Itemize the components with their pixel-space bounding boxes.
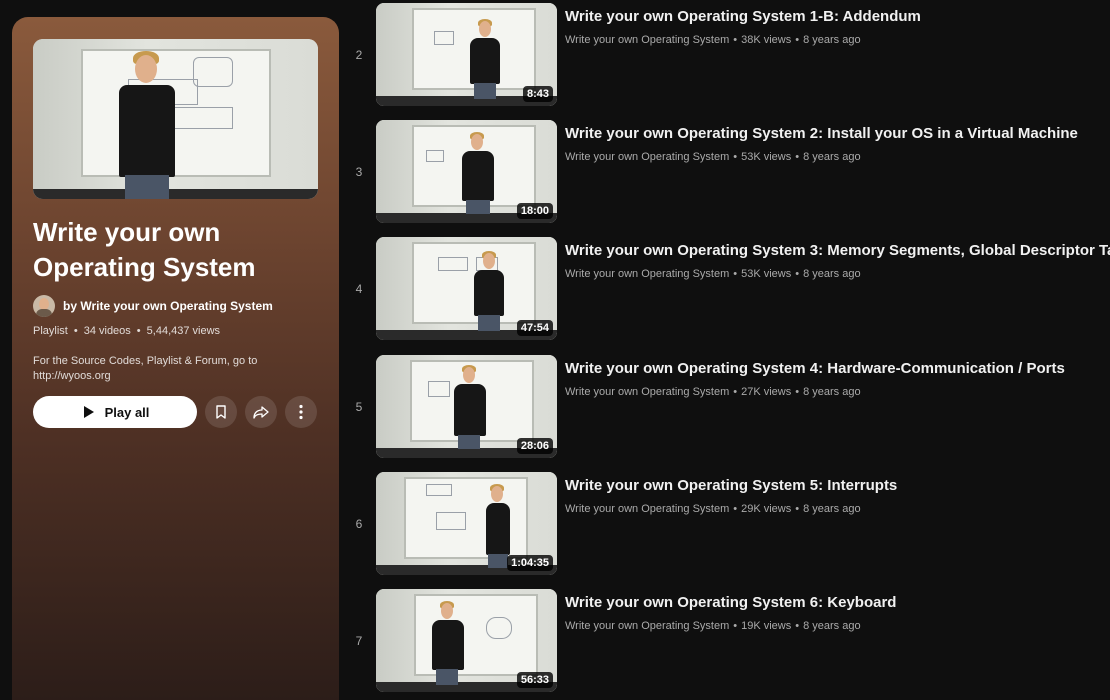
video-views: 53K views [741, 268, 792, 280]
video-count: 34 videos [83, 325, 131, 337]
playlist-type: Playlist [33, 325, 68, 337]
channel-name[interactable]: Write your own Operating System [565, 151, 729, 163]
video-meta: Write your own Operating System • 27K view… [565, 386, 861, 398]
video-duration: 1:04:35 [507, 555, 553, 571]
playlist-thumbnail[interactable] [33, 39, 318, 199]
list-item[interactable]: 7 56:33 Write your own Operating System … [348, 589, 1110, 699]
channel-name[interactable]: Write your own Operating System [565, 34, 729, 46]
video-meta: Write your own Operating System • 29K view… [565, 503, 861, 515]
play-all-button[interactable]: Play all [33, 396, 197, 428]
playlist-meta: Playlist • 34 videos • 5,44,437 views [33, 325, 221, 337]
video-age: 8 years ago [803, 386, 861, 398]
playlist-header-panel: Write your own Operating System by Write… [12, 17, 339, 700]
video-meta: Write your own Operating System • 53K view… [565, 151, 861, 163]
video-duration: 8:43 [522, 86, 553, 102]
video-index: 2 [355, 48, 363, 62]
video-duration: 28:06 [516, 438, 553, 454]
share-button[interactable] [245, 396, 277, 428]
video-duration: 56:33 [516, 672, 553, 688]
avatar[interactable] [33, 295, 55, 317]
video-thumbnail[interactable]: 28:06 [376, 355, 557, 458]
video-title[interactable]: Write your own Operating System 2: Insta… [565, 125, 1078, 142]
video-index: 7 [355, 634, 363, 648]
video-views: 19K views [741, 620, 792, 632]
video-title[interactable]: Write your own Operating System 6: Keybo… [565, 594, 896, 611]
channel-name[interactable]: Write your own Operating System [565, 268, 729, 280]
video-thumbnail[interactable]: 18:00 [376, 120, 557, 223]
more-actions-button[interactable] [285, 396, 317, 428]
list-item[interactable]: 4 47:54 Write your own Operating System … [348, 237, 1110, 347]
playlist-description: For the Source Codes, Playlist & Forum, … [33, 355, 258, 382]
list-item[interactable]: 2 8:43 Write your own Operating System 1… [348, 3, 1110, 113]
video-title[interactable]: Write your own Operating System 1-B: Add… [565, 8, 921, 25]
video-index: 3 [355, 165, 363, 179]
video-age: 8 years ago [803, 268, 861, 280]
channel-name[interactable]: Write your own Operating System [565, 620, 729, 632]
video-title[interactable]: Write your own Operating System 4: Hardw… [565, 360, 1065, 377]
list-item[interactable]: 5 28:06 Write your own Operating System … [348, 355, 1110, 465]
play-all-label: Play all [104, 404, 150, 420]
video-meta: Write your own Operating System • 38K view… [565, 34, 861, 46]
video-thumbnail[interactable]: 1:04:35 [376, 472, 557, 575]
list-item[interactable]: 6 1:04:35 Write your own Operating Syste… [348, 472, 1110, 582]
video-age: 8 years ago [803, 34, 861, 46]
playlist-owner[interactable]: by Write your own Operating System [33, 295, 318, 317]
list-item[interactable]: 3 18:00 Write your own Operating System … [348, 120, 1110, 230]
owner-name[interactable]: by Write your own Operating System [63, 299, 273, 313]
share-icon [253, 406, 269, 419]
video-duration: 18:00 [516, 203, 553, 219]
play-icon [83, 406, 94, 418]
more-vert-icon [299, 404, 303, 420]
video-duration: 47:54 [516, 320, 553, 336]
video-thumbnail[interactable]: 8:43 [376, 3, 557, 106]
bookmark-icon [216, 405, 226, 419]
video-index: 4 [355, 282, 363, 296]
playlist-title: Write your own Operating System [33, 217, 256, 282]
video-thumbnail[interactable]: 56:33 [376, 589, 557, 692]
playlist-actions: Play all [33, 396, 318, 428]
video-meta: Write your own Operating System • 53K view… [565, 268, 861, 280]
video-meta: Write your own Operating System • 19K view… [565, 620, 861, 632]
video-views: 29K views [741, 503, 792, 515]
video-age: 8 years ago [803, 620, 861, 632]
video-age: 8 years ago [803, 503, 861, 515]
video-thumbnail[interactable]: 47:54 [376, 237, 557, 340]
video-age: 8 years ago [803, 151, 861, 163]
video-title[interactable]: Write your own Operating System 5: Inter… [565, 477, 897, 494]
video-index: 5 [355, 400, 363, 414]
video-views: 38K views [741, 34, 792, 46]
save-playlist-button[interactable] [205, 396, 237, 428]
view-count: 5,44,437 views [146, 325, 221, 337]
video-index: 6 [355, 517, 363, 531]
video-views: 53K views [741, 151, 792, 163]
video-views: 27K views [741, 386, 792, 398]
video-title[interactable]: Write your own Operating System 3: Memor… [565, 242, 1110, 259]
channel-name[interactable]: Write your own Operating System [565, 386, 729, 398]
channel-name[interactable]: Write your own Operating System [565, 503, 729, 515]
